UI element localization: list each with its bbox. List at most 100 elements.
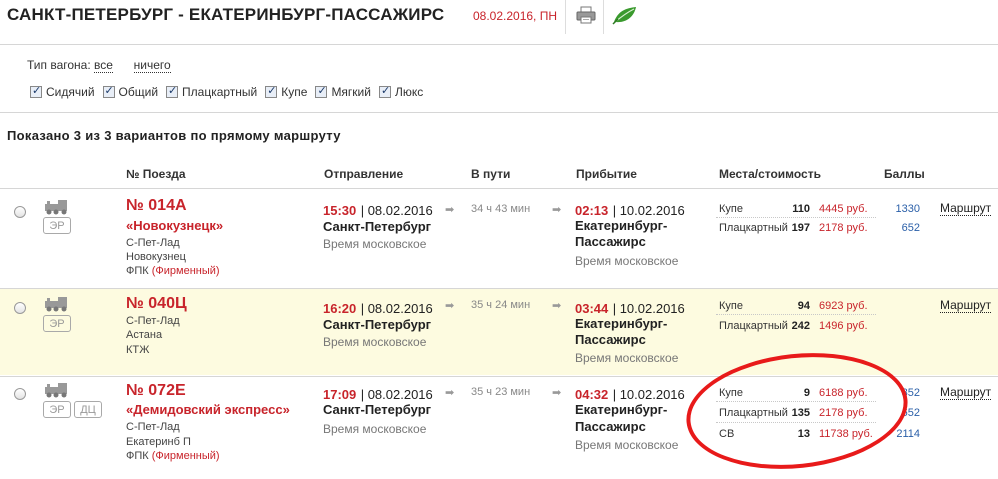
divider: [0, 44, 998, 45]
seat-price[interactable]: 1496 руб.: [819, 320, 868, 332]
train-route-to: Астана: [126, 329, 163, 341]
checkbox-sitting[interactable]: Сидячий: [30, 84, 95, 99]
checkbox-box[interactable]: [315, 84, 328, 98]
header-divider-2: [603, 0, 604, 34]
dep-time: 16:20: [323, 301, 357, 316]
departure-timezone: Время московское: [323, 335, 427, 349]
train-row[interactable]: ЭР № 014А «Новокузнецк» С-Пет-Лад Новоку…: [0, 189, 998, 287]
select-train-radio[interactable]: [14, 206, 26, 218]
checkbox-lux[interactable]: Люкс: [378, 84, 424, 99]
seat-count: 242: [791, 320, 810, 332]
train-route-from: С-Пет-Лад: [126, 421, 180, 433]
checkbox-soft[interactable]: Мягкий: [315, 84, 371, 99]
dep-time: 17:09: [323, 387, 357, 402]
checkbox-general[interactable]: Общий: [102, 84, 159, 99]
arrival-timezone: Время московское: [575, 254, 679, 268]
dep-date: | 08.02.2016: [360, 387, 433, 402]
seat-separator: [716, 217, 876, 218]
arr-date: | 10.02.2016: [612, 203, 685, 218]
badge-dc: ДЦ: [74, 401, 102, 418]
badge-er: ЭР: [43, 401, 71, 418]
seat-count: 110: [792, 203, 810, 215]
arrow-icon: ➡: [445, 300, 455, 312]
select-train-radio[interactable]: [14, 302, 26, 314]
header-divider: [565, 0, 566, 34]
seat-price[interactable]: 2178 руб.: [819, 222, 868, 234]
select-all-link[interactable]: все: [94, 58, 113, 73]
seat-type: Плацкартный: [719, 320, 788, 332]
filter-panel: Тип вагона: все ничего: [27, 58, 171, 73]
checkbox-label: Мягкий: [331, 85, 371, 99]
arrow-icon: ➡: [445, 387, 455, 399]
train-name: «Новокузнецк»: [126, 218, 224, 233]
points-value: 1330: [895, 203, 920, 215]
dep-time: 15:30: [323, 203, 357, 218]
train-number[interactable]: № 072Е: [126, 382, 186, 400]
train-name: «Демидовский экспресс»: [126, 402, 290, 417]
arrival-timezone: Время московское: [575, 351, 679, 365]
arrival-station-line2: Пассажирс: [575, 419, 646, 434]
badge-er: ЭР: [43, 315, 71, 332]
departure-station: Санкт-Петербург: [323, 317, 432, 332]
arr-time: 02:13: [575, 203, 609, 218]
dep-date: | 08.02.2016: [360, 301, 433, 316]
checkbox-label: Люкс: [394, 85, 424, 99]
printer-icon[interactable]: [576, 6, 596, 24]
dep-date: | 08.02.2016: [360, 203, 433, 218]
train-number[interactable]: № 014А: [126, 197, 187, 215]
arrival-station-line2: Пассажирс: [575, 234, 646, 249]
seat-type: Купе: [719, 203, 743, 215]
train-carrier: КТЖ: [126, 344, 150, 356]
train-route-from: С-Пет-Лад: [126, 237, 180, 249]
carrier-note: (Фирменный): [151, 265, 220, 277]
eco-leaf-icon[interactable]: [612, 5, 638, 25]
checkbox-box[interactable]: [265, 84, 278, 98]
route-link[interactable]: Маршрут: [940, 299, 992, 313]
checkbox-label: Купе: [281, 85, 308, 99]
results-summary: Показано 3 из 3 вариантов по прямому мар…: [7, 128, 341, 143]
train-route-to: Новокузнец: [126, 251, 186, 263]
col-train: № Поезда: [126, 167, 186, 181]
travel-duration: 35 ч 23 мин: [471, 386, 531, 398]
wagon-type-label: Тип вагона:: [27, 58, 91, 72]
departure-timezone: Время московское: [323, 237, 427, 251]
travel-duration: 35 ч 24 мин: [471, 299, 531, 311]
checkbox-label: Общий: [118, 85, 159, 99]
train-carrier: ФПК (Фирменный): [126, 449, 220, 463]
checkbox-box[interactable]: [30, 84, 42, 98]
arrival-timezone: Время московское: [575, 438, 679, 452]
seat-price[interactable]: 6923 руб.: [819, 300, 868, 312]
locomotive-icon: [45, 200, 67, 215]
arrival-station-line2: Пассажирс: [575, 332, 646, 347]
checkbox-kupe[interactable]: Купе: [265, 84, 308, 99]
train-carrier: ФПК (Фирменный): [126, 264, 220, 278]
arr-date: | 10.02.2016: [612, 301, 685, 316]
route-link[interactable]: Маршрут: [940, 386, 992, 400]
carrier-name: ФПК: [126, 265, 149, 277]
checkbox-box[interactable]: [378, 84, 391, 98]
seat-separator: [716, 314, 876, 315]
arrow-icon: ➡: [552, 204, 562, 216]
train-number[interactable]: № 040Ц: [126, 295, 187, 313]
select-train-radio[interactable]: [14, 388, 26, 400]
seat-count: 94: [797, 300, 810, 312]
route-link[interactable]: Маршрут: [940, 202, 992, 216]
checkbox-box[interactable]: [102, 84, 115, 98]
arrow-icon: ➡: [552, 300, 562, 312]
carrier-note: (Фирменный): [151, 450, 220, 462]
select-none-link[interactable]: ничего: [133, 58, 171, 73]
checkbox-platskart[interactable]: Плацкартный: [166, 84, 258, 99]
col-seats: Места/стоимость: [719, 167, 821, 181]
seat-price[interactable]: 4445 руб.: [819, 203, 868, 215]
seat-type: Плацкартный: [719, 222, 788, 234]
col-points: Баллы: [884, 167, 925, 181]
divider: [0, 112, 998, 113]
seat-type: Купе: [719, 300, 743, 312]
arrow-icon: ➡: [445, 204, 455, 216]
col-departure: Отправление: [324, 167, 404, 181]
arr-date: | 10.02.2016: [612, 387, 685, 402]
departure-timezone: Время московское: [323, 422, 427, 436]
checkbox-label: Плацкартный: [182, 85, 258, 99]
checkbox-box[interactable]: [166, 84, 179, 98]
train-route-to: Екатеринб П: [126, 436, 191, 448]
